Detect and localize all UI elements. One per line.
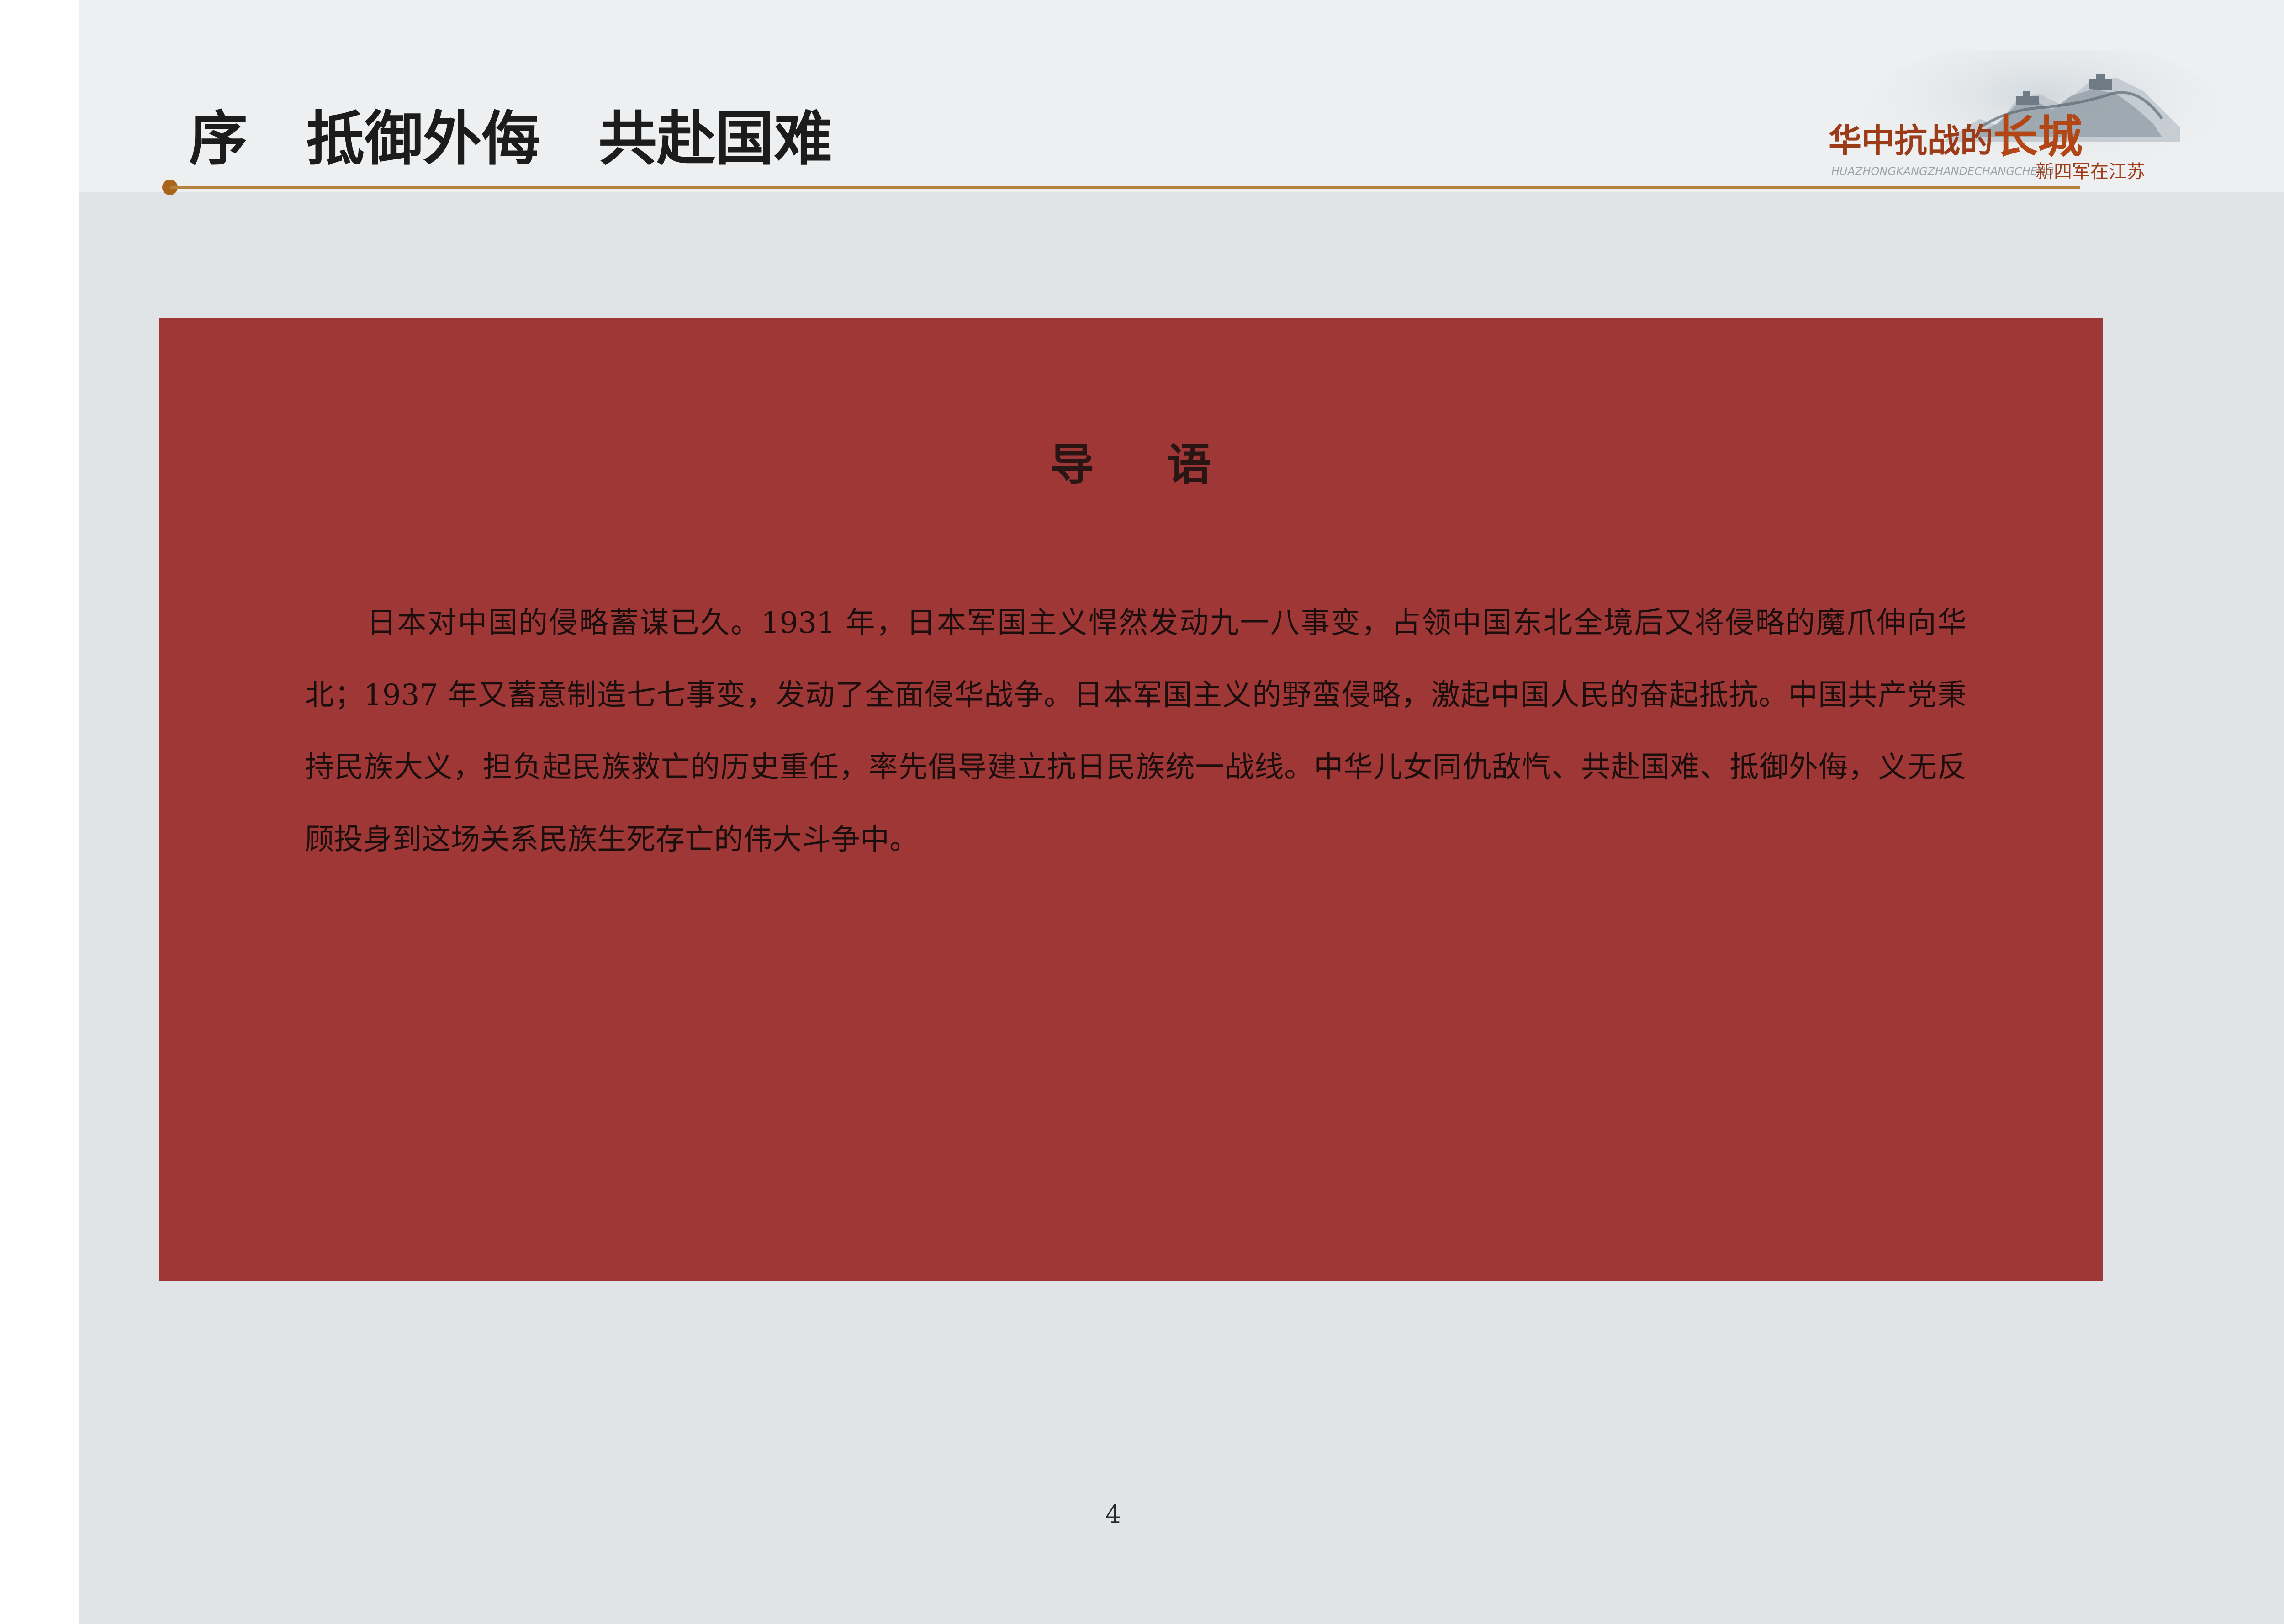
logo-title: 华中抗战的长城 — [1829, 114, 2083, 164]
book-logo: 华中抗战的长城 HUAZHONGKANGZHANDECHANGCHENG 新四军… — [1724, 50, 2226, 187]
logo-pinyin: HUAZHONGKANGZHANDECHANGCHENG — [1831, 165, 2054, 178]
intro-heading: 导语 — [1050, 439, 1284, 490]
logo-title-big: 长城 — [1993, 111, 2083, 163]
intro-panel: 导语 日本对中国的侵略蓄谋已久。1931 年，日本军国主义悍然发动九一八事变，占… — [159, 318, 2103, 1281]
intro-body: 日本对中国的侵略蓄谋已久。1931 年，日本军国主义悍然发动九一八事变，占领中国… — [305, 606, 1967, 857]
logo-subtitle: 新四军在江苏 — [2036, 161, 2145, 182]
page-number: 4 — [1105, 1500, 1121, 1529]
logo-title-small: 华中抗战的 — [1829, 121, 1993, 160]
document-page: 序 抵御外侮 共赴国难 华中抗战的长城 HUAZHONGKANGZHANDECH… — [79, 0, 2284, 1624]
section-title: 序 抵御外侮 共赴国难 — [189, 105, 833, 173]
